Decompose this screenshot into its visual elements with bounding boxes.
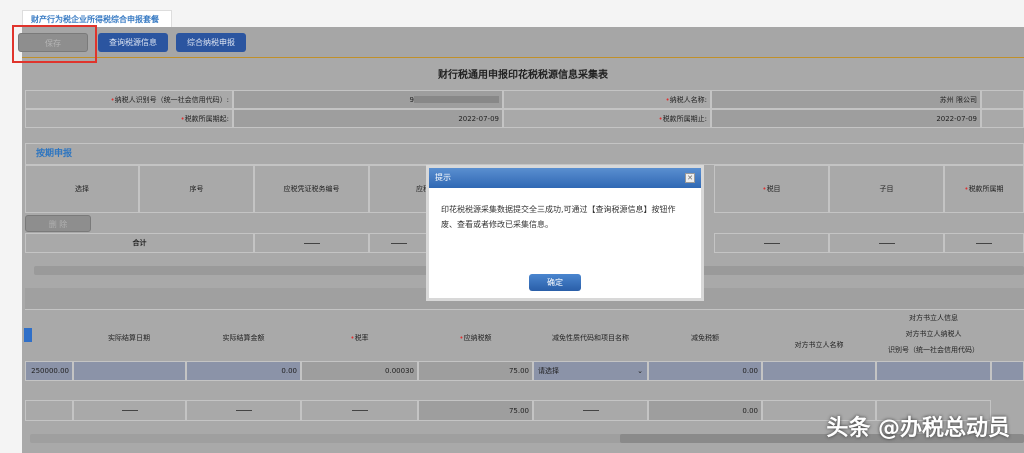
settle-amount-input[interactable]: 0.00 <box>186 361 301 381</box>
query-tax-source-button[interactable]: 查询税源信息 <box>98 33 168 52</box>
section-title: 按期申报 <box>25 143 1024 165</box>
header-counterparty-name: 对方书立人名称 <box>794 341 844 349</box>
toolbar <box>22 27 1024 58</box>
header-settle-amount: 实际结算金额 <box>222 333 265 342</box>
header-sub-item: 子目 <box>829 165 944 213</box>
total-reduction: 0.00 <box>648 400 762 421</box>
alert-dialog: 提示 ✕ 印花税税源采集数据提交全三成功,可通过【查询税源信息】按钮作废、查看或… <box>426 165 704 301</box>
comprehensive-declare-button[interactable]: 综合纳税申报 <box>176 33 246 52</box>
total-dash <box>301 400 418 421</box>
taxpayer-name-label: • 纳税人名称: <box>503 90 711 109</box>
dialog-message: 印花税税源采集数据提交全三成功,可通过【查询税源信息】按钮作废、查看或者修改已采… <box>441 205 676 229</box>
total-dash <box>829 233 944 253</box>
period-start-value: 2022-07-09 <box>233 109 503 128</box>
dialog-header: 提示 ✕ <box>429 168 701 188</box>
info-spacer <box>981 90 1024 109</box>
tax-cell: 75.00 <box>418 361 533 381</box>
header-counterparty-group: 对方书立人信息 <box>909 314 958 322</box>
info-spacer <box>981 109 1024 128</box>
highlight-box <box>12 25 97 63</box>
close-icon[interactable]: ✕ <box>685 173 695 183</box>
checkbox-all[interactable] <box>24 328 32 342</box>
total-dash <box>254 233 369 253</box>
total-dash <box>533 400 648 421</box>
header-rate: • 税率 <box>350 333 369 342</box>
amount-cell[interactable]: 250000.00 <box>25 361 73 381</box>
next-cell[interactable] <box>991 361 1024 381</box>
select-value: 请选择 <box>538 367 559 375</box>
delete-button[interactable]: 删 除 <box>25 215 91 232</box>
watermark: 头条 @办税总动员 <box>826 416 1010 441</box>
header-counterparty-id: 对方书立人纳税人 <box>905 330 962 338</box>
taxpayer-id-label: • 纳税人识别号（统一社会信用代码）: <box>25 90 233 109</box>
counterparty-name-input[interactable] <box>762 361 876 381</box>
header-select: 选择 <box>25 165 139 213</box>
chevron-down-icon: ⌄ <box>637 367 643 375</box>
reduction-select[interactable]: 请选择 ⌄ <box>533 361 648 381</box>
total-dash <box>186 400 301 421</box>
reduction-amount-input[interactable]: 0.00 <box>648 361 762 381</box>
taxpayer-name-value: 苏州 限公司 <box>711 90 981 109</box>
header-voucher-no: 应税凭证税务编号 <box>254 165 369 213</box>
period-start-label: • 税款所属期起: <box>25 109 233 128</box>
counterparty-id-input[interactable] <box>876 361 991 381</box>
total-dash <box>714 233 829 253</box>
total-dash <box>73 400 186 421</box>
period-end-label: • 税款所属期止: <box>503 109 711 128</box>
header-period: • 税款所属期 <box>944 165 1024 213</box>
header-counterparty-id-2: 识别号（统一社会信用代码） <box>888 346 979 354</box>
total-label: 合计 <box>25 233 254 253</box>
header-tax-item: • 税目 <box>714 165 829 213</box>
taxpayer-id-value: 9 <box>233 90 503 109</box>
ok-button[interactable]: 确定 <box>529 274 581 291</box>
total-dash <box>944 233 1024 253</box>
period-end-value: 2022-07-09 <box>711 109 981 128</box>
header-seq: 序号 <box>139 165 254 213</box>
header-settle-date: 实际结算日期 <box>108 333 150 342</box>
header-reduction-code: 减免性质代码和项目名称 <box>552 333 629 342</box>
total-tax: 75.00 <box>418 400 533 421</box>
header-reduction-amount: 减免税额 <box>691 333 719 342</box>
total-cell <box>25 400 73 421</box>
header-tax: • 应纳税额 <box>459 333 492 342</box>
dialog-title: 提示 <box>435 173 451 182</box>
rate-cell: 0.00030 <box>301 361 418 381</box>
settle-date-input[interactable] <box>73 361 186 381</box>
page-title: 财行税通用申报印花税税源信息采集表 <box>438 70 608 81</box>
total-dash <box>369 233 429 253</box>
